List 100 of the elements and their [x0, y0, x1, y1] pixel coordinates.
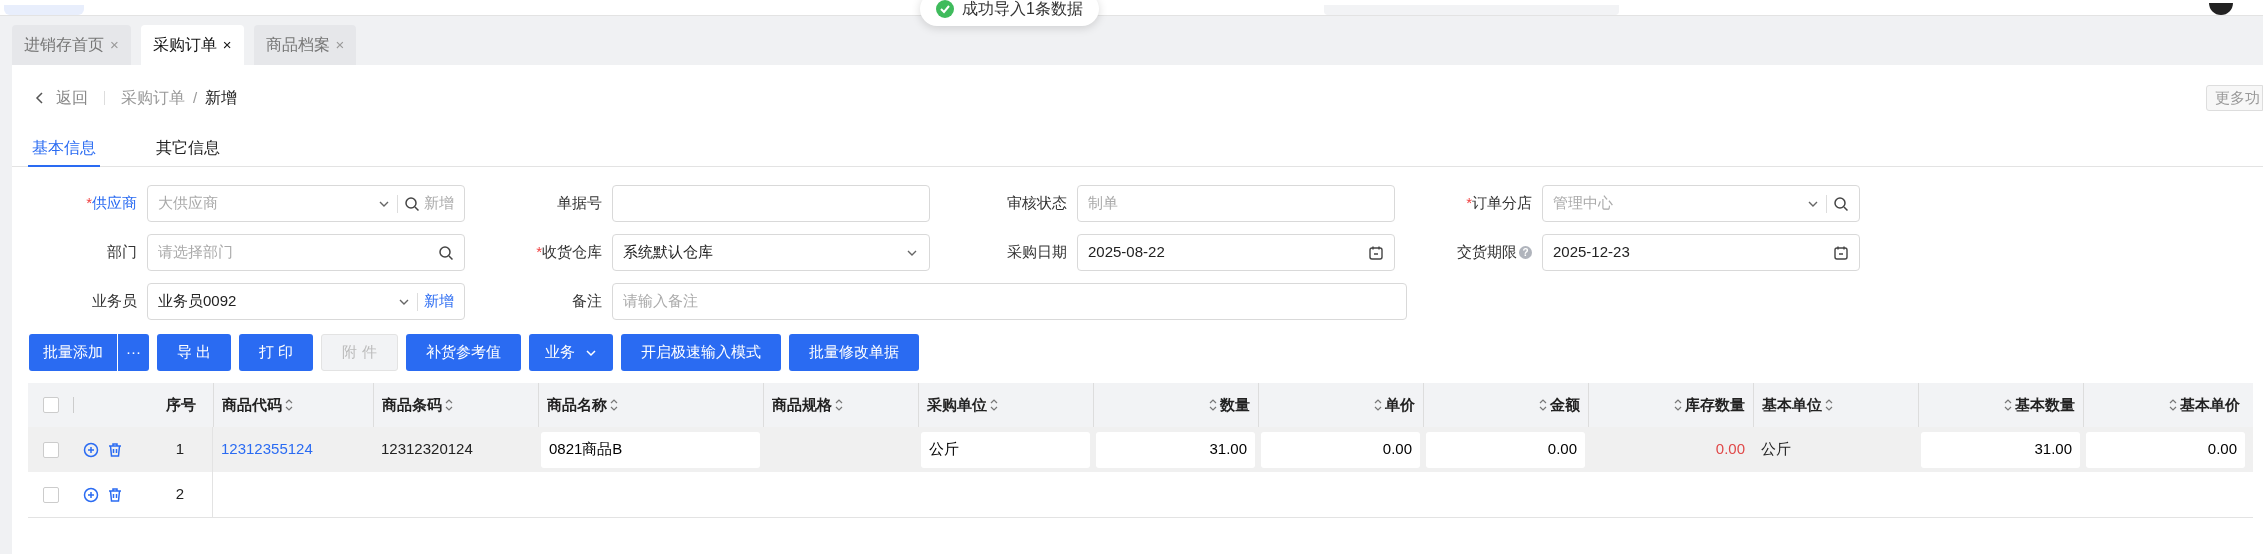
- toolbar-button[interactable]: 批量修改单据: [788, 334, 919, 371]
- toolbar-dropdown[interactable]: 业务: [528, 334, 613, 371]
- input-field[interactable]: 2025-08-22: [1077, 234, 1395, 271]
- field-label: 部门: [107, 242, 137, 263]
- product-code-link[interactable]: 12312355124: [221, 438, 313, 461]
- sort-icon: [2003, 398, 2013, 412]
- table-cell-text: 12312320124: [381, 439, 473, 460]
- checkbox[interactable]: [42, 486, 59, 503]
- checkbox[interactable]: [42, 397, 59, 413]
- sort-icon: [989, 398, 999, 412]
- back-chevron-icon: [34, 91, 46, 105]
- menu-tab[interactable]: [4, 5, 84, 15]
- toolbar-button[interactable]: 打 印: [239, 334, 314, 371]
- input-field[interactable]: 系统默认仓库: [612, 234, 930, 271]
- toast-message: 成功导入1条数据: [962, 0, 1083, 19]
- calendar-icon: [1368, 244, 1384, 261]
- close-icon[interactable]: ×: [222, 33, 232, 57]
- column-header[interactable]: 基本单位: [1762, 393, 1836, 417]
- column-header[interactable]: 商品条码: [382, 393, 456, 417]
- table-cell-text: 2: [175, 484, 185, 505]
- tab-label: 采购订单: [152, 35, 217, 55]
- sort-icon: [609, 398, 619, 412]
- column-header[interactable]: 商品规格: [772, 393, 846, 417]
- cell-input[interactable]: 公斤: [921, 431, 1090, 468]
- column-header[interactable]: 基本数量: [2001, 393, 2075, 417]
- cell-input[interactable]: 0821商品B: [541, 431, 760, 468]
- field-placeholder: 大供应商: [158, 193, 219, 214]
- page-tab[interactable]: 进销存首页 ×: [12, 25, 131, 65]
- table-cell-text: 0.00: [1715, 439, 1745, 460]
- breadcrumb-separator: /: [193, 87, 198, 108]
- breadcrumb-current: 新增: [205, 88, 238, 108]
- add-row-icon[interactable]: [83, 486, 99, 503]
- add-row-icon[interactable]: [83, 441, 99, 458]
- column-header[interactable]: 库存数量: [1671, 393, 1745, 417]
- back-link[interactable]: 返回: [56, 86, 88, 110]
- input-field[interactable]: [612, 185, 930, 222]
- tab-label: 进销存首页: [24, 35, 104, 55]
- page-tab[interactable]: 商品档案 ×: [253, 25, 357, 65]
- add-button[interactable]: 新增: [424, 290, 454, 313]
- table-cell-text: 公斤: [1761, 439, 1791, 460]
- search-icon: [1833, 195, 1849, 212]
- sort-icon: [444, 398, 454, 412]
- column-header[interactable]: 单价: [1371, 393, 1415, 417]
- field-value: 2025-12-23: [1553, 242, 1631, 263]
- delete-icon[interactable]: [107, 486, 123, 503]
- field-label: 订单分店: [1472, 193, 1532, 214]
- field-label: 采购日期: [1007, 242, 1067, 263]
- column-header[interactable]: 商品名称: [547, 393, 621, 417]
- table-cell-text: 1: [175, 439, 185, 460]
- field-label: 审核状态: [1007, 193, 1067, 214]
- sort-icon: [834, 398, 844, 412]
- section-tab[interactable]: 基本信息: [28, 131, 100, 167]
- column-header[interactable]: 采购单位: [927, 393, 1001, 417]
- column-header[interactable]: 基本单价: [2166, 393, 2240, 417]
- tab-label: 商品档案: [265, 35, 330, 55]
- required-mark: *: [536, 242, 542, 263]
- sort-icon: [1373, 398, 1383, 412]
- toolbar-button[interactable]: 补货参考值: [405, 334, 521, 371]
- field-label: 收货仓库: [542, 242, 602, 263]
- field-value: 系统默认仓库: [623, 242, 714, 263]
- calendar-icon: [1833, 244, 1849, 261]
- toolbar-button[interactable]: 导 出: [157, 334, 232, 371]
- search-icon: [404, 195, 420, 212]
- sort-icon: [2168, 398, 2178, 412]
- toolbar-button[interactable]: 批量添加: [29, 334, 117, 371]
- help-icon: ?: [1519, 246, 1532, 259]
- cell-input[interactable]: 0.00: [2086, 431, 2245, 468]
- sort-icon: [284, 398, 294, 412]
- sort-icon: [1673, 398, 1683, 412]
- field-label: 备注: [572, 291, 602, 312]
- sort-icon: [1538, 398, 1548, 412]
- cell-input[interactable]: 31.00: [1096, 431, 1255, 468]
- checkbox[interactable]: [42, 441, 59, 458]
- column-header[interactable]: 序号: [166, 393, 196, 417]
- sort-icon: [1824, 398, 1834, 412]
- field-placeholder: 制单: [1088, 193, 1119, 214]
- search-field[interactable]: [1324, 5, 1619, 15]
- column-header[interactable]: 金额: [1536, 393, 1580, 417]
- field-label: 交货期限: [1457, 242, 1517, 263]
- cell-input[interactable]: 0.00: [1426, 431, 1585, 468]
- field-placeholder: 管理中心: [1553, 193, 1614, 214]
- field-label: 供应商: [92, 193, 137, 214]
- more-button[interactable]: ···: [118, 334, 149, 371]
- avatar-icon[interactable]: [2209, 3, 2233, 15]
- field-value: 业务员0092: [158, 291, 238, 312]
- section-tab[interactable]: 其它信息: [152, 131, 224, 167]
- field-value: 2025-08-22: [1088, 242, 1166, 263]
- page-tab[interactable]: 采购订单 ×: [140, 25, 244, 65]
- delete-icon[interactable]: [107, 441, 123, 458]
- cell-input[interactable]: 0.00: [1261, 431, 1420, 468]
- required-mark: *: [1466, 193, 1472, 214]
- input-field[interactable]: 2025-12-23: [1542, 234, 1860, 271]
- input-field[interactable]: 业务员0092 新增: [147, 283, 465, 320]
- required-mark: *: [86, 193, 92, 214]
- field-placeholder: 请选择部门: [158, 242, 234, 263]
- toolbar-button[interactable]: 开启极速输入模式: [620, 334, 781, 371]
- sort-icon: [1208, 398, 1218, 412]
- column-header[interactable]: 商品代码: [222, 393, 296, 417]
- cell-input[interactable]: 31.00: [1921, 431, 2080, 468]
- column-header[interactable]: 数量: [1206, 393, 1250, 417]
